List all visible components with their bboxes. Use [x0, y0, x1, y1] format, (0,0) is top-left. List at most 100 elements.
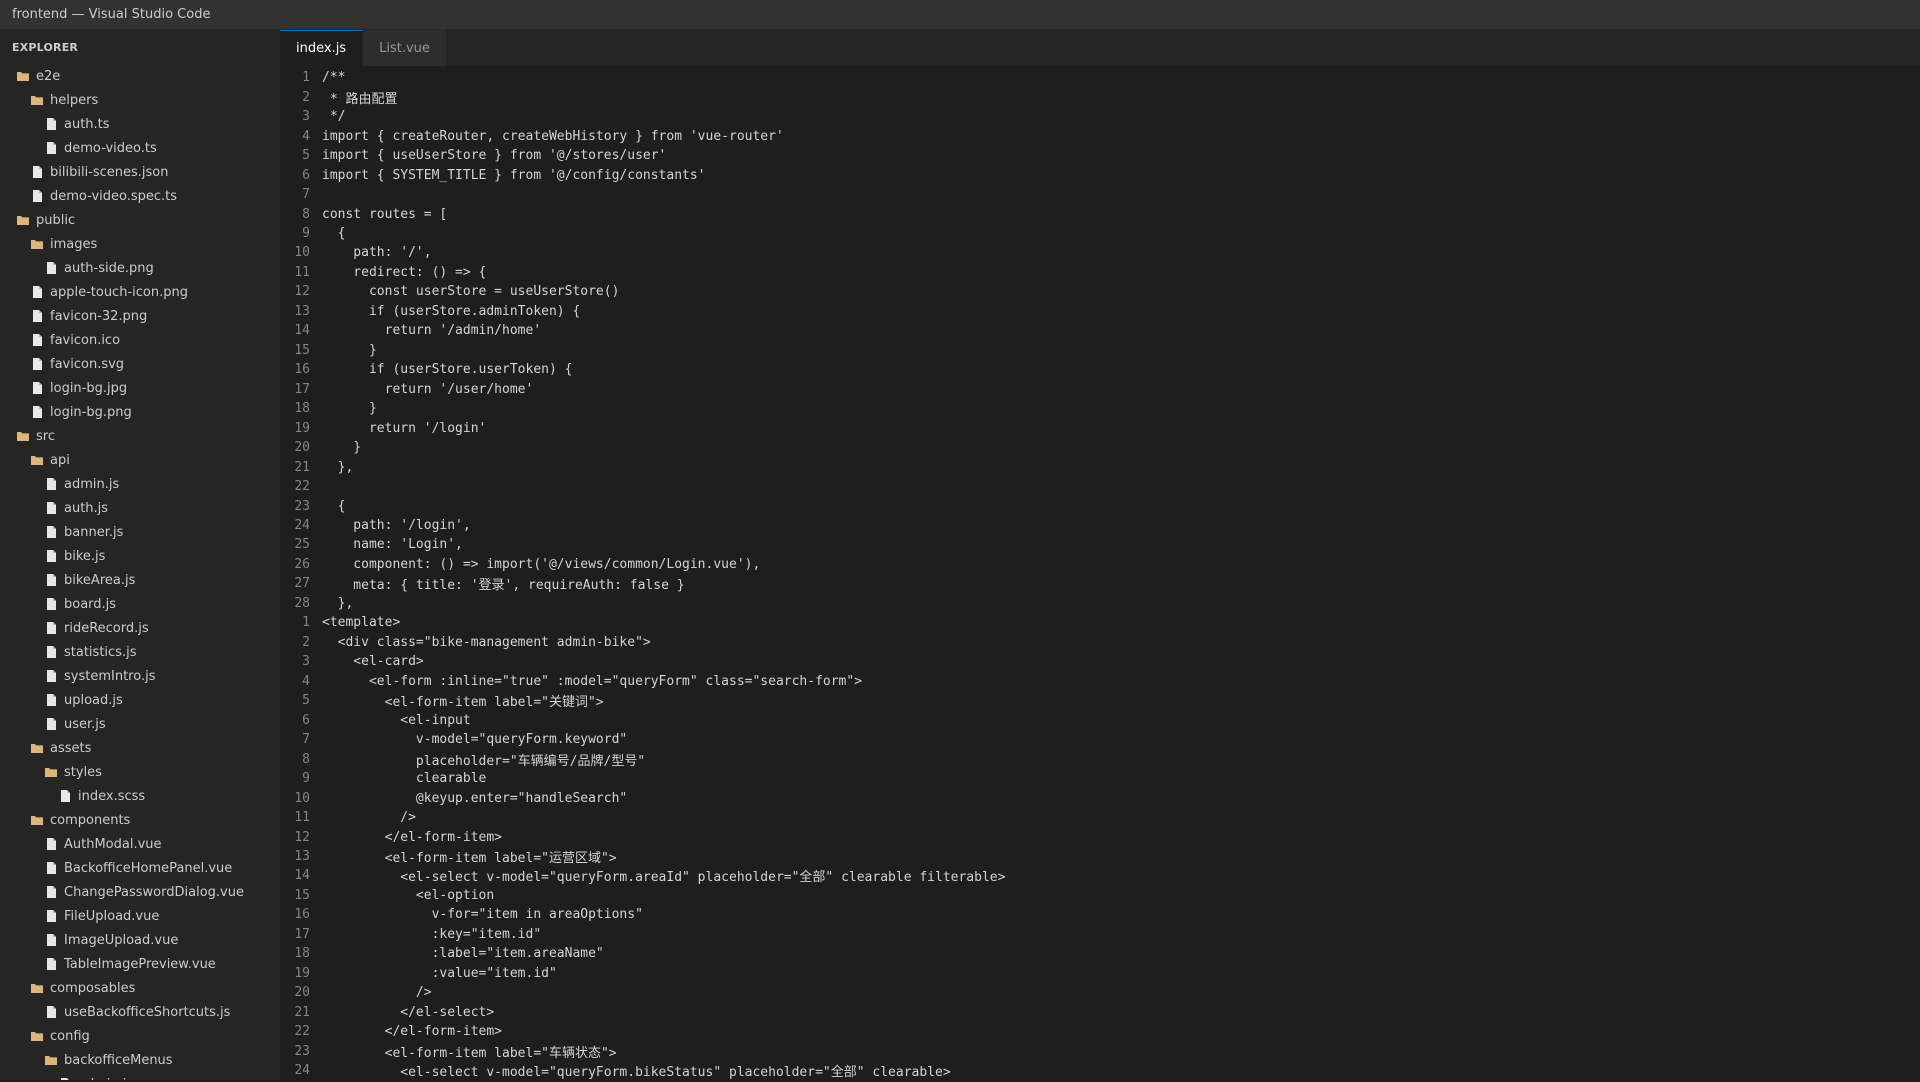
- file-icon: [44, 861, 58, 875]
- code-text: />: [322, 985, 432, 1001]
- line-number: 13: [294, 303, 310, 319]
- code-line: 20 }: [280, 438, 1920, 457]
- file-item[interactable]: favicon.ico: [0, 328, 280, 352]
- file-item[interactable]: ChangePasswordDialog.vue: [0, 880, 280, 904]
- code-text: {: [322, 225, 346, 241]
- file-item[interactable]: FileUpload.vue: [0, 904, 280, 928]
- line-number: 15: [294, 342, 310, 358]
- file-item[interactable]: admin.js: [0, 1072, 280, 1080]
- tree-item-label: auth.js: [64, 500, 109, 516]
- file-icon: [44, 885, 58, 899]
- code-text: clearable: [322, 771, 487, 787]
- line-number: 18: [294, 946, 310, 962]
- file-item[interactable]: auth-side.png: [0, 256, 280, 280]
- file-icon: [44, 621, 58, 635]
- code-view[interactable]: 1/** 2 * 路由配置 3 */4 import { createRouter, …: [280, 66, 1920, 1082]
- file-item[interactable]: index.scss: [0, 784, 280, 808]
- code-text: */: [322, 109, 346, 125]
- tree-item-label: login-bg.jpg: [50, 380, 128, 396]
- folder-item[interactable]: src: [0, 424, 280, 448]
- tree-item-label: bilibili-scenes.json: [50, 164, 169, 180]
- folder-icon: [30, 453, 44, 467]
- code-line: 8 const routes = [: [280, 204, 1920, 223]
- tab-label: index.js: [296, 41, 347, 56]
- line-number: 14: [294, 868, 310, 884]
- file-item[interactable]: admin.js: [0, 472, 280, 496]
- file-item[interactable]: upload.js: [0, 688, 280, 712]
- file-item[interactable]: useBackofficeShortcuts.js: [0, 1000, 280, 1024]
- file-item[interactable]: favicon-32.png: [0, 304, 280, 328]
- folder-item[interactable]: helpers: [0, 88, 280, 112]
- line-number: 27: [294, 576, 310, 592]
- file-item[interactable]: demo-video.spec.ts: [0, 184, 280, 208]
- file-item[interactable]: favicon.svg: [0, 352, 280, 376]
- tab-inactive[interactable]: List.vue: [363, 30, 447, 66]
- line-number: 2: [302, 89, 310, 105]
- tree-item-label: e2e: [36, 68, 61, 84]
- line-number: 21: [294, 459, 310, 475]
- tree-item-label: demo-video.spec.ts: [50, 188, 178, 204]
- tree-item-label: src: [36, 428, 55, 444]
- file-item[interactable]: auth.js: [0, 496, 280, 520]
- code-line: 3 */: [280, 107, 1920, 126]
- folder-icon: [16, 429, 30, 443]
- folder-icon: [30, 237, 44, 251]
- code-line: 15 }: [280, 341, 1920, 360]
- line-number: 14: [294, 323, 310, 339]
- code-text: v-model="queryForm.keyword": [322, 732, 628, 748]
- tab-active[interactable]: index.js: [280, 30, 364, 66]
- code-line: 7: [280, 185, 1920, 204]
- code-line: 5 <el-form-item label="关键词">: [280, 691, 1920, 710]
- file-item[interactable]: banner.js: [0, 520, 280, 544]
- tree-item-label: index.scss: [78, 788, 146, 804]
- file-item[interactable]: ImageUpload.vue: [0, 928, 280, 952]
- tree-item-label: demo-video.ts: [64, 140, 157, 156]
- tree-item-label: ChangePasswordDialog.vue: [64, 884, 244, 900]
- file-item[interactable]: bike.js: [0, 544, 280, 568]
- folder-item[interactable]: backofficeMenus: [0, 1048, 280, 1072]
- folder-item[interactable]: images: [0, 232, 280, 256]
- file-icon: [44, 501, 58, 515]
- code-line: 2 <div class="bike-management admin-bike…: [280, 633, 1920, 652]
- folder-item[interactable]: e2e: [0, 64, 280, 88]
- code-text: <el-input: [322, 712, 471, 728]
- folder-item[interactable]: assets: [0, 736, 280, 760]
- code-text: <el-select v-model="queryForm.areaId" pl…: [322, 870, 1006, 886]
- folder-item[interactable]: config: [0, 1024, 280, 1048]
- file-item[interactable]: BackofficeHomePanel.vue: [0, 856, 280, 880]
- file-item[interactable]: demo-video.ts: [0, 136, 280, 160]
- file-item[interactable]: auth.ts: [0, 112, 280, 136]
- code-line: 17 :key="item.id": [280, 925, 1920, 944]
- tree-item-label: config: [50, 1028, 90, 1044]
- file-icon: [44, 141, 58, 155]
- line-number: 9: [302, 771, 310, 787]
- file-item[interactable]: login-bg.png: [0, 400, 280, 424]
- folder-item[interactable]: public: [0, 208, 280, 232]
- file-icon: [30, 381, 44, 395]
- file-item[interactable]: systemIntro.js: [0, 664, 280, 688]
- tree-item-label: assets: [50, 740, 92, 756]
- folder-item[interactable]: api: [0, 448, 280, 472]
- tree-item-label: backofficeMenus: [64, 1052, 173, 1068]
- folder-item[interactable]: components: [0, 808, 280, 832]
- file-item[interactable]: board.js: [0, 592, 280, 616]
- folder-item[interactable]: styles: [0, 760, 280, 784]
- title-bar: frontend — Visual Studio Code: [0, 0, 1920, 30]
- file-item[interactable]: TableImagePreview.vue: [0, 952, 280, 976]
- code-text: import { SYSTEM_TITLE } from '@/config/c…: [322, 167, 706, 183]
- file-item[interactable]: bilibili-scenes.json: [0, 160, 280, 184]
- file-item[interactable]: bikeArea.js: [0, 568, 280, 592]
- file-item[interactable]: user.js: [0, 712, 280, 736]
- file-item[interactable]: apple-touch-icon.png: [0, 280, 280, 304]
- line-number: 8: [302, 206, 310, 222]
- folder-item[interactable]: composables: [0, 976, 280, 1000]
- line-number: 1: [302, 70, 310, 86]
- file-item[interactable]: login-bg.jpg: [0, 376, 280, 400]
- tree-item-label: TableImagePreview.vue: [64, 956, 216, 972]
- tree-item-label: api: [50, 452, 70, 468]
- file-item[interactable]: statistics.js: [0, 640, 280, 664]
- code-line: 26 component: () => import('@/views/comm…: [280, 555, 1920, 574]
- code-line: 24 <el-select v-model="queryForm.bikeSta…: [280, 1061, 1920, 1080]
- file-item[interactable]: AuthModal.vue: [0, 832, 280, 856]
- file-item[interactable]: rideRecord.js: [0, 616, 280, 640]
